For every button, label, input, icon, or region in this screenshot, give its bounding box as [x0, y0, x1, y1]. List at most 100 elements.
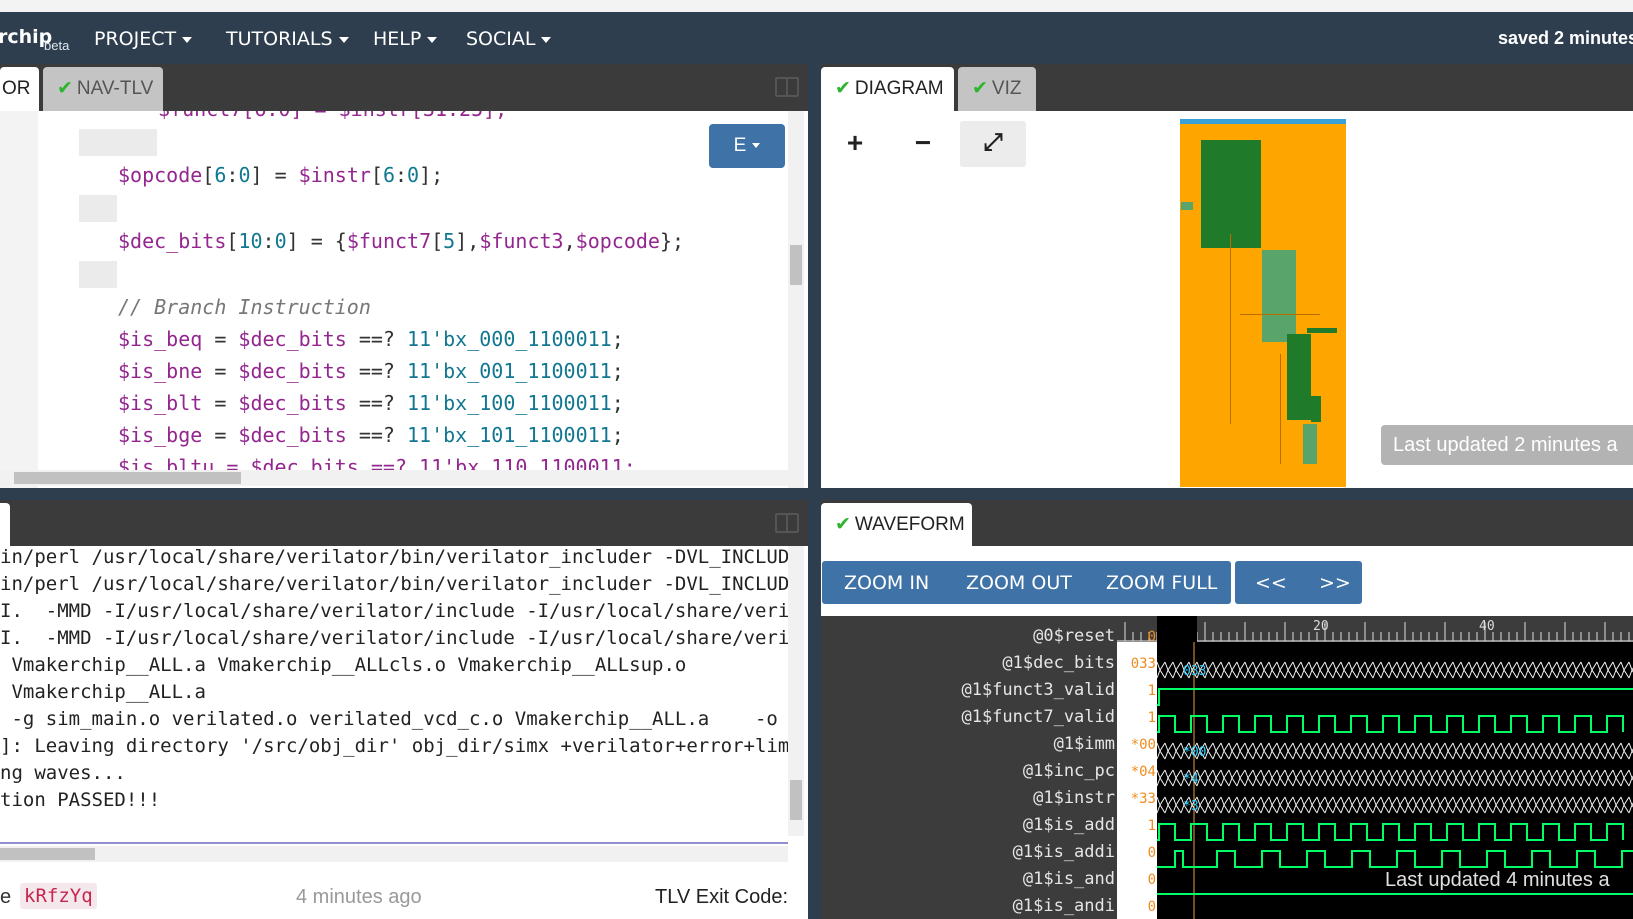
tab-nav-tlv[interactable]: ✔ NAV-TLV — [43, 67, 163, 111]
right-horizontal-divider[interactable] — [821, 488, 1633, 500]
signal-name[interactable]: @1$is_addi — [830, 842, 1115, 862]
code-token: 11'bx_101_1100011 — [407, 423, 612, 447]
log-vertical-scroll-thumb[interactable] — [790, 780, 802, 820]
editor-gutter — [0, 111, 38, 488]
tab-viz[interactable]: ✔ VIZ — [958, 67, 1036, 111]
compile-hash[interactable]: kRfzYq — [20, 883, 97, 909]
signal-name[interactable]: @0$reset — [830, 626, 1115, 646]
code-token: 10 — [238, 229, 263, 253]
signal-name[interactable]: @1$instr — [830, 788, 1115, 808]
editor-vertical-scroll-thumb[interactable] — [790, 245, 802, 285]
diagram-block — [1307, 328, 1337, 333]
code-token: ; — [611, 359, 624, 383]
log-line: tion PASSED!!! — [0, 789, 161, 811]
tab-nav-tlv-label: NAV-TLV — [76, 78, 154, 99]
next-button[interactable]: >> — [1319, 572, 1351, 594]
beta-label: beta — [44, 38, 70, 53]
log-line: -g sim_main.o verilated.o verilated_vcd_… — [0, 708, 790, 730]
diagram-zoom-in-button[interactable]: + — [822, 121, 888, 167]
code-line: $is_bge = $dec_bits ==? 11'bx_101_110001… — [118, 423, 624, 447]
diagram-block — [1262, 250, 1296, 342]
split-pane-icon[interactable] — [775, 77, 799, 97]
editor-options-button[interactable]: E — [709, 124, 785, 168]
menu-social[interactable]: SOCIAL — [466, 28, 552, 50]
zoom-full-button[interactable]: ZOOM FULL — [1106, 572, 1217, 594]
code-line: $funct7[6:0] = $instr[31:25]; — [158, 111, 507, 121]
diagram-block — [1303, 424, 1317, 464]
log-horizontal-scroll-thumb[interactable] — [0, 848, 95, 860]
code-token: = — [202, 391, 239, 415]
signal-name[interactable]: @1$is_add — [830, 815, 1115, 835]
code-token: ; — [611, 423, 624, 447]
bit-trace — [1157, 715, 1624, 733]
code-token: = — [202, 359, 239, 383]
log-tab-bar — [0, 500, 808, 546]
code-token: 11'bx_100_1100011 — [407, 391, 612, 415]
signal-value: 0 — [1147, 899, 1156, 915]
code-comment: // Branch Instruction — [118, 295, 371, 319]
code-line: $is_bne = $dec_bits ==? 11'bx_001_110001… — [118, 359, 624, 383]
left-horizontal-divider[interactable] — [0, 488, 808, 500]
menu-help[interactable]: HELP — [373, 28, 438, 50]
editor-options-label: E — [733, 135, 747, 156]
editor-vertical-scrollbar[interactable] — [788, 111, 804, 488]
zoom-in-button[interactable]: ZOOM IN — [844, 572, 929, 594]
signal-name[interactable]: @1$imm — [830, 734, 1115, 754]
window-top-strip — [0, 0, 1633, 12]
circuit-diagram[interactable] — [1180, 119, 1346, 487]
tab-editor[interactable]: OR — [0, 67, 39, 111]
menu-tutorials[interactable]: TUTORIALS — [226, 28, 349, 50]
code-line: $is_blt = $dec_bits ==? 11'bx_100_110001… — [118, 391, 624, 415]
chevron-down-icon — [182, 36, 193, 43]
code-token: $is_blt — [118, 391, 203, 415]
menu-project[interactable]: PROJECT — [94, 28, 193, 50]
signal-name[interactable]: @1$inc_pc — [830, 761, 1115, 781]
check-icon: ✔ — [835, 78, 851, 99]
compile-time: 4 minutes ago — [296, 886, 422, 908]
line-highlight — [79, 129, 157, 156]
diagram-fit-button[interactable]: ⤢ — [960, 121, 1026, 167]
waveform-tab-bar: ✔ WAVEFORM — [821, 500, 1633, 547]
signal-name[interactable]: @1$is_andi — [830, 896, 1115, 916]
menu-tutorials-label: TUTORIALS — [226, 28, 333, 50]
signal-value: *33 — [1130, 791, 1156, 807]
signal-name[interactable]: @1$dec_bits — [830, 653, 1115, 673]
log-line: in/perl /usr/local/share/verilator/bin/v… — [0, 573, 790, 595]
signal-value: 0 — [1147, 629, 1156, 645]
code-token: : — [395, 163, 408, 187]
zoom-out-button[interactable]: ZOOM OUT — [966, 572, 1072, 594]
split-pane-icon[interactable] — [775, 513, 799, 533]
code-token: ==? — [346, 423, 408, 447]
code-token: $opcode — [118, 163, 203, 187]
code-line: $opcode[6:0] = $instr[6:0]; — [118, 163, 443, 187]
tab-waveform-label: WAVEFORM — [854, 514, 965, 535]
bus-value-label: 033 — [1183, 664, 1206, 679]
diagram-zoom-out-button[interactable]: − — [890, 121, 956, 167]
tab-diagram[interactable]: ✔ DIAGRAM — [821, 67, 954, 111]
code-editor[interactable]: $funct7[6:0] = $instr[31:25]; $opcode[6:… — [0, 111, 808, 488]
tab-waveform[interactable]: ✔ WAVEFORM — [821, 503, 972, 547]
code-token: [ — [431, 229, 444, 253]
log-bottom-border — [0, 842, 788, 844]
log-horizontal-scrollbar[interactable] — [0, 846, 788, 862]
code-text: $funct7[6:0] = $instr[31:25]; — [158, 111, 507, 121]
waveform-last-updated: Last updated 4 minutes a — [1385, 869, 1610, 891]
code-token: 11'bx_000_1100011 — [407, 327, 612, 351]
status-prefix: e — [0, 886, 12, 908]
signal-name[interactable]: @1$funct7_valid — [830, 707, 1115, 727]
code-token: : — [226, 163, 239, 187]
signal-value: 0 — [1147, 872, 1156, 888]
prev-button[interactable]: << — [1255, 572, 1287, 594]
code-token: $dec_bits — [118, 229, 227, 253]
reset-trace-bg — [1157, 616, 1197, 642]
vertical-pane-divider[interactable] — [808, 64, 821, 919]
tab-diagram-label: DIAGRAM — [854, 78, 944, 99]
tab-log[interactable] — [0, 503, 10, 546]
ruler-label: 40 — [1479, 619, 1495, 634]
log-line: I. -MMD -I/usr/local/share/verilator/inc… — [0, 600, 790, 622]
signal-name[interactable]: @1$is_and — [830, 869, 1115, 889]
log-line: I. -MMD -I/usr/local/share/verilator/inc… — [0, 627, 790, 649]
signal-name[interactable]: @1$funct3_valid — [830, 680, 1115, 700]
editor-horizontal-scroll-thumb[interactable] — [14, 472, 241, 484]
diagram-block — [1287, 334, 1311, 420]
